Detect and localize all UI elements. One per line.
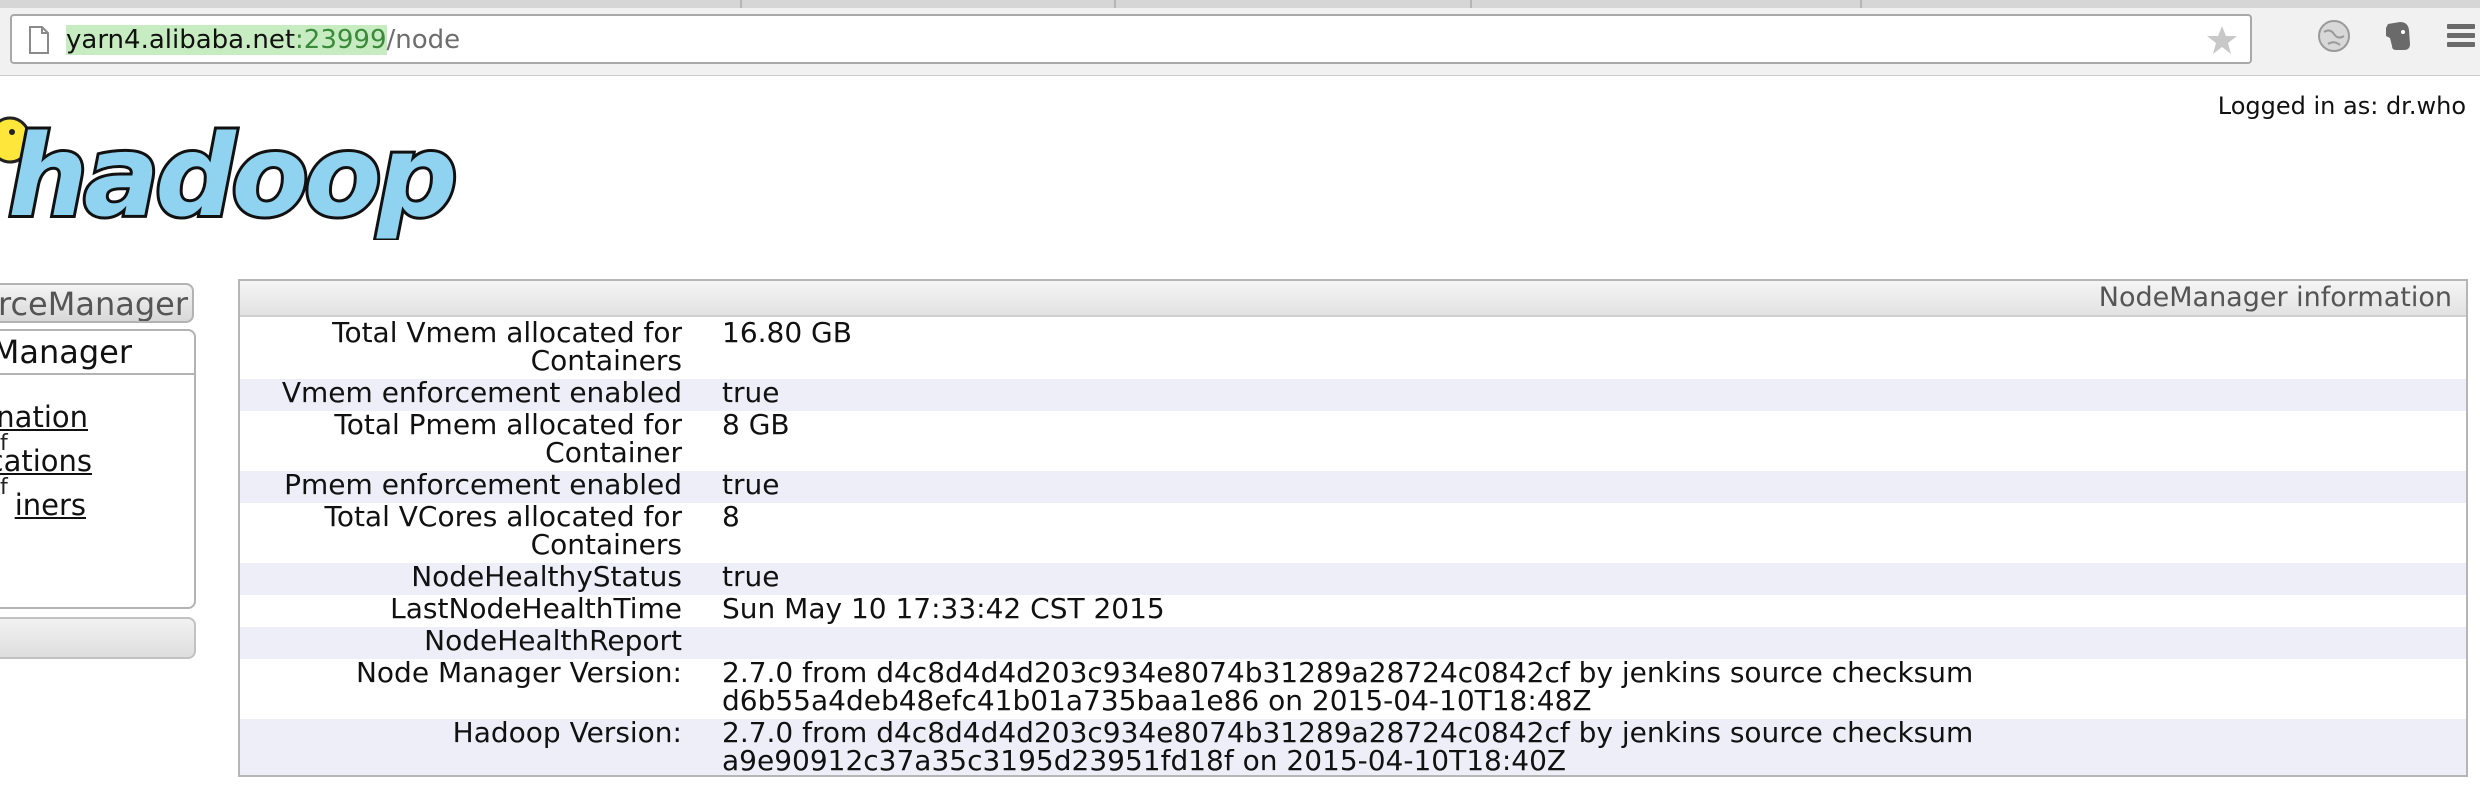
- nav-link-node-information[interactable]: nation: [0, 401, 88, 433]
- info-row: Hadoop Version: 2.7.0 from d4c8d4d4d203c…: [240, 719, 2466, 775]
- nav-resourcemanager-label: urceManager: [0, 285, 188, 323]
- info-row: Total VCores allocated for Containers 8: [240, 503, 2466, 563]
- info-value: true: [722, 376, 780, 409]
- left-navigation: urceManager Manager nation f cations f i…: [0, 283, 196, 663]
- nodemanager-info-table: NodeManager information Total Vmem alloc…: [238, 279, 2468, 777]
- svg-text:hadoop: hadoop: [8, 112, 454, 240]
- tab-separator: [1114, 0, 1116, 8]
- info-key: NodeHealthReport: [424, 624, 682, 657]
- info-key: Hadoop Version:: [452, 716, 682, 749]
- tab-separator: [1470, 0, 1472, 8]
- info-table-title: NodeManager information: [2098, 282, 2452, 313]
- hadoop-logo: hadoop: [0, 110, 461, 240]
- info-row: Pmem enforcement enabled true: [240, 471, 2466, 503]
- url-path: /node: [386, 25, 461, 55]
- nav-nodemanager-header[interactable]: Manager: [0, 331, 194, 375]
- info-row: Total Pmem allocated for Container 8 GB: [240, 411, 2466, 471]
- url-host: yarn4.alibaba.net: [66, 25, 296, 55]
- info-value: true: [722, 468, 780, 501]
- info-row: NodeHealthReport: [240, 627, 2466, 659]
- info-table-header: NodeManager information: [240, 281, 2466, 317]
- info-key: Vmem enforcement enabled: [281, 376, 682, 409]
- info-key: Total Pmem allocated for Container: [334, 408, 682, 469]
- nav-resourcemanager[interactable]: urceManager: [0, 283, 194, 323]
- nav-link-list-of-applications[interactable]: cations: [0, 445, 92, 477]
- info-value: Sun May 10 17:33:42 CST 2015: [722, 592, 1165, 625]
- page-icon: [29, 26, 49, 54]
- logged-in-user: Logged in as: dr.who: [2217, 92, 2466, 120]
- nav-link-list-of-containers[interactable]: iners: [15, 489, 86, 521]
- info-row: Vmem enforcement enabled true: [240, 379, 2466, 411]
- info-key: NodeHealthyStatus: [411, 560, 682, 593]
- info-row: NodeHealthyStatus true: [240, 563, 2466, 595]
- url-port: :23999: [295, 25, 387, 55]
- address-bar[interactable]: yarn4.alibaba.net:23999/node: [10, 14, 2252, 64]
- evernote-elephant-icon[interactable]: [2380, 18, 2416, 54]
- info-key: Node Manager Version:: [355, 656, 682, 689]
- info-key: LastNodeHealthTime: [390, 592, 682, 625]
- tab-separator: [1860, 0, 1862, 8]
- nav-nodemanager-label: Manager: [0, 333, 132, 371]
- info-value: 16.80 GB: [722, 316, 852, 349]
- info-key: Total VCores allocated for Containers: [324, 500, 682, 561]
- info-value: 8 GB: [722, 408, 790, 441]
- globe-extension-icon[interactable]: [2316, 18, 2352, 54]
- nav-link-fragment[interactable]: f: [0, 477, 8, 499]
- info-value: 2.7.0 from d4c8d4d4d203c934e8074b31289a2…: [722, 716, 1974, 777]
- info-value: 8: [722, 500, 740, 533]
- info-key: Total Vmem allocated for Containers: [332, 316, 682, 377]
- browser-toolbar: yarn4.alibaba.net:23999/node: [0, 0, 2480, 76]
- info-row: Total Vmem allocated for Containers 16.8…: [240, 319, 2466, 379]
- info-value: true: [722, 560, 780, 593]
- tab-separator: [740, 0, 742, 8]
- url-text[interactable]: yarn4.alibaba.net:23999/node: [66, 25, 460, 55]
- tab-strip[interactable]: [0, 0, 2480, 8]
- info-row: LastNodeHealthTime Sun May 10 17:33:42 C…: [240, 595, 2466, 627]
- nav-nodemanager-section: Manager nation f cations f iners: [0, 329, 196, 609]
- nav-tools[interactable]: [0, 617, 196, 659]
- info-key: Pmem enforcement enabled: [284, 468, 682, 501]
- hamburger-menu-icon[interactable]: [2444, 20, 2478, 52]
- info-value: 2.7.0 from d4c8d4d4d203c934e8074b31289a2…: [722, 656, 1974, 717]
- bookmark-star-icon[interactable]: [2206, 24, 2238, 56]
- info-row: Node Manager Version: 2.7.0 from d4c8d4d…: [240, 659, 2466, 719]
